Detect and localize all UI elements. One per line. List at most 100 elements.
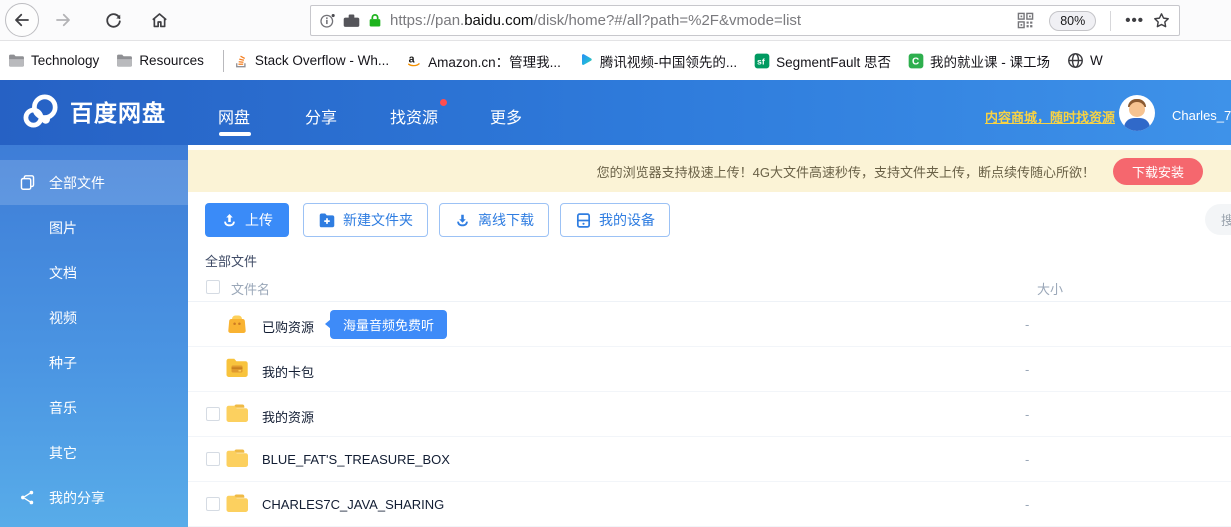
bookmark-star-icon[interactable] (1152, 11, 1171, 30)
download-install-button[interactable]: 下载安装 (1113, 158, 1203, 185)
qr-code-icon[interactable] (1017, 12, 1034, 29)
url-bar[interactable]: https://pan.baidu.com/disk/home?#/all?pa… (310, 5, 1180, 36)
bookmark-label: Stack Overflow - Wh... (255, 53, 389, 68)
content-area: 全部文件图片文档视频种子音乐其它我的分享 您的浏览器支持极速上传！4G大文件高速… (0, 145, 1231, 527)
bag-icon (225, 312, 250, 337)
promo-link[interactable]: 内容商城，随时找资源 (985, 107, 1115, 126)
table-header: 文件名 大小 (188, 275, 1231, 302)
sidebar-item-label: 种子 (49, 353, 77, 373)
sidebar-item-label: 其它 (49, 443, 77, 463)
file-actions-toolbar: 上传 新建文件夹 离线下载 我的设备 (205, 203, 681, 237)
page-info-icon[interactable] (319, 12, 336, 29)
svg-text:a: a (409, 54, 415, 66)
column-size[interactable]: 大小 (1037, 279, 1063, 298)
upload-button[interactable]: 上传 (205, 203, 289, 237)
urlbar-separator (1110, 11, 1111, 31)
nav-tab-item[interactable]: 分享 (305, 104, 337, 128)
file-rows: 已购资源海量音频免费听-我的卡包-我的资源-BLUE_FAT'S_TREASUR… (188, 302, 1231, 527)
file-row[interactable]: 已购资源海量音频免费听- (188, 302, 1231, 347)
search-input[interactable]: 搜索 (1205, 204, 1231, 235)
bookmark-item[interactable]: 腾讯视频-中国领先的... (578, 51, 737, 71)
reload-button[interactable] (97, 4, 129, 36)
back-button[interactable] (5, 3, 39, 37)
offline-download-button[interactable]: 离线下载 (439, 203, 549, 237)
column-name[interactable]: 文件名 (231, 279, 270, 298)
sidebar-item[interactable]: 我的分享 (0, 475, 188, 520)
file-name[interactable]: 已购资源 (262, 317, 314, 336)
svg-text:C: C (912, 56, 919, 67)
bookmark-item[interactable]: sf SegmentFault 思否 (754, 51, 891, 71)
segmentfault-icon: sf (754, 53, 770, 69)
bookmark-item[interactable]: C 我的就业课 - 课工场 (908, 51, 1050, 71)
url-text[interactable]: https://pan.baidu.com/disk/home?#/all?pa… (390, 12, 1017, 29)
file-row[interactable]: BLUE_FAT'S_TREASURE_BOX - (188, 437, 1231, 482)
file-size: - (1025, 362, 1029, 377)
banner-text: 您的浏览器支持极速上传！4G大文件高速秒传，支持文件夹上传，断点续传随心所欲！ (597, 162, 1095, 181)
svg-text:sf: sf (757, 56, 765, 66)
bookmark-item[interactable]: Resources (116, 53, 204, 68)
avatar-face (1129, 102, 1145, 117)
folder-gray-icon (8, 53, 25, 68)
bookmark-label: 我的就业课 - 课工场 (930, 51, 1050, 71)
file-name[interactable]: CHARLES7C_JAVA_SHARING (262, 497, 444, 512)
sidebar-item[interactable]: 音乐 (0, 385, 188, 430)
folder-gray-icon (116, 53, 133, 68)
row-checkbox[interactable] (206, 497, 220, 511)
select-all-checkbox[interactable] (206, 280, 220, 294)
file-row[interactable]: 我的卡包 - (188, 347, 1231, 392)
home-icon (150, 11, 169, 30)
share-icon (19, 489, 36, 506)
username[interactable]: Charles_7c (1172, 108, 1231, 123)
file-row[interactable]: 我的资源- (188, 392, 1231, 437)
sidebar-item-label: 文档 (49, 263, 77, 283)
offline-download-label: 离线下载 (478, 210, 534, 230)
file-row[interactable]: CHARLES7C_JAVA_SHARING - (188, 482, 1231, 527)
active-tab-underline (219, 132, 251, 136)
file-name[interactable]: 我的卡包 (262, 362, 314, 381)
bookmark-item[interactable]: Technology (8, 53, 99, 68)
folder-card-icon (225, 357, 250, 382)
page-actions-icon[interactable]: ••• (1125, 12, 1144, 29)
https-lock-icon (367, 12, 383, 29)
sidebar-item[interactable]: 图片 (0, 205, 188, 250)
zoom-level-badge[interactable]: 80% (1049, 11, 1096, 31)
sidebar-item[interactable]: 其它 (0, 430, 188, 475)
extension-icon[interactable] (343, 13, 360, 28)
file-size: - (1025, 452, 1029, 467)
sidebar-item-label: 全部文件 (49, 173, 105, 193)
nav-tab-active[interactable]: 网盘 (218, 104, 250, 128)
bookmark-item[interactable]: Stack Overflow - Wh... (234, 52, 389, 69)
offline-download-icon (454, 212, 471, 229)
bookmark-label: SegmentFault 思否 (776, 51, 891, 71)
file-name[interactable]: BLUE_FAT'S_TREASURE_BOX (262, 452, 450, 467)
browser-toolbar: https://pan.baidu.com/disk/home?#/all?pa… (0, 0, 1231, 41)
nav-tab-item[interactable]: 更多 (490, 104, 522, 128)
bookmark-item[interactable]: aAmazon.cn：管理我... (406, 51, 561, 71)
sidebar-item[interactable]: 种子 (0, 340, 188, 385)
main-panel: 您的浏览器支持极速上传！4G大文件高速秒传，支持文件夹上传，断点续传随心所欲！ … (188, 145, 1231, 527)
sidebar-item[interactable]: 视频 (0, 295, 188, 340)
file-name[interactable]: 我的资源 (262, 407, 314, 426)
sidebar-item-label: 我的分享 (49, 488, 105, 508)
forward-button[interactable] (47, 4, 79, 36)
file-size: - (1025, 497, 1029, 512)
browser-window: https://pan.baidu.com/disk/home?#/all?pa… (0, 0, 1231, 527)
my-devices-button[interactable]: 我的设备 (560, 203, 670, 237)
bookmark-label: Resources (139, 53, 204, 68)
reload-icon (104, 11, 123, 30)
row-checkbox[interactable] (206, 407, 220, 421)
bookmark-label: Technology (31, 53, 99, 68)
avatar[interactable] (1119, 95, 1155, 131)
nav-tab-item[interactable]: 找资源 (390, 104, 438, 128)
sidebar-item[interactable]: 文档 (0, 250, 188, 295)
baidu-pan-logo[interactable]: 百度网盘 (22, 94, 166, 128)
new-folder-button[interactable]: 新建文件夹 (303, 203, 428, 237)
sidebar-item-label: 视频 (49, 308, 77, 328)
row-checkbox[interactable] (206, 452, 220, 466)
folder-icon (225, 447, 250, 472)
baidu-pan-cloud-icon (22, 94, 60, 128)
bookmark-item[interactable]: W (1067, 52, 1103, 69)
forward-arrow-icon (54, 11, 72, 29)
home-button[interactable] (143, 4, 175, 36)
sidebar-item[interactable]: 全部文件 (0, 160, 188, 205)
